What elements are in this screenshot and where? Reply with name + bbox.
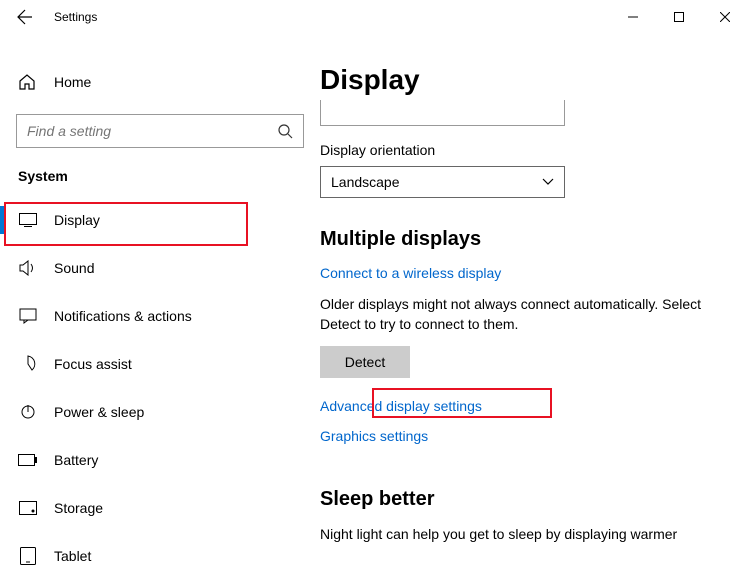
search-input[interactable] [27,123,277,139]
nav-item-tablet[interactable]: Tablet [0,532,320,580]
category-title: System [18,168,320,184]
focus-icon [18,355,38,373]
titlebar: Settings [0,0,748,34]
notifications-icon [18,308,38,324]
nav-list: Display Sound Notifications & actions Fo… [0,196,320,580]
wireless-display-link[interactable]: Connect to a wireless display [320,265,501,281]
graphics-settings-link[interactable]: Graphics settings [320,428,428,444]
storage-icon [18,501,38,515]
maximize-icon [674,12,684,22]
home-icon [18,73,38,91]
maximize-button[interactable] [656,1,702,33]
back-button[interactable] [10,2,40,32]
brightness-slider-track[interactable] [320,100,565,126]
nav-item-power[interactable]: Power & sleep [0,388,320,436]
search-icon [277,123,293,139]
minimize-icon [628,12,638,22]
nav-label: Tablet [54,548,91,564]
nav-home[interactable]: Home [0,62,320,102]
display-icon [18,213,38,227]
nav-item-focus[interactable]: Focus assist [0,340,320,388]
nav-label: Storage [54,500,103,516]
main-content: Display Display orientation Landscape Mu… [320,34,748,571]
nav-item-display[interactable]: Display [0,196,320,244]
tablet-icon [18,547,38,565]
orientation-value: Landscape [331,174,400,190]
nav-label: Notifications & actions [54,308,192,324]
nav-item-notifications[interactable]: Notifications & actions [0,292,320,340]
nav-label: Sound [54,260,94,276]
battery-icon [18,454,38,466]
nav-label: Focus assist [54,356,132,372]
sleep-better-text: Night light can help you get to sleep by… [320,525,718,545]
back-arrow-icon [17,9,33,25]
detect-description: Older displays might not always connect … [320,295,718,334]
close-button[interactable] [702,1,748,33]
multiple-displays-title: Multiple displays [320,228,718,251]
advanced-display-link[interactable]: Advanced display settings [320,398,482,414]
sleep-better-title: Sleep better [320,488,718,511]
sound-icon [18,260,38,276]
sidebar: Home System Display Sound Notifications … [0,34,320,571]
home-label: Home [54,74,91,90]
window-controls [610,1,748,33]
orientation-select[interactable]: Landscape [320,166,565,198]
nav-item-sound[interactable]: Sound [0,244,320,292]
detect-button[interactable]: Detect [320,346,410,378]
nav-label: Power & sleep [54,404,144,420]
page-title: Display [320,64,718,96]
close-icon [720,12,730,22]
nav-item-storage[interactable]: Storage [0,484,320,532]
search-box[interactable] [16,114,304,148]
nav-label: Battery [54,452,98,468]
window-title: Settings [54,10,97,24]
orientation-label: Display orientation [320,142,718,158]
minimize-button[interactable] [610,1,656,33]
nav-label: Display [54,212,100,228]
power-icon [18,404,38,420]
nav-item-battery[interactable]: Battery [0,436,320,484]
chevron-down-icon [542,178,554,186]
